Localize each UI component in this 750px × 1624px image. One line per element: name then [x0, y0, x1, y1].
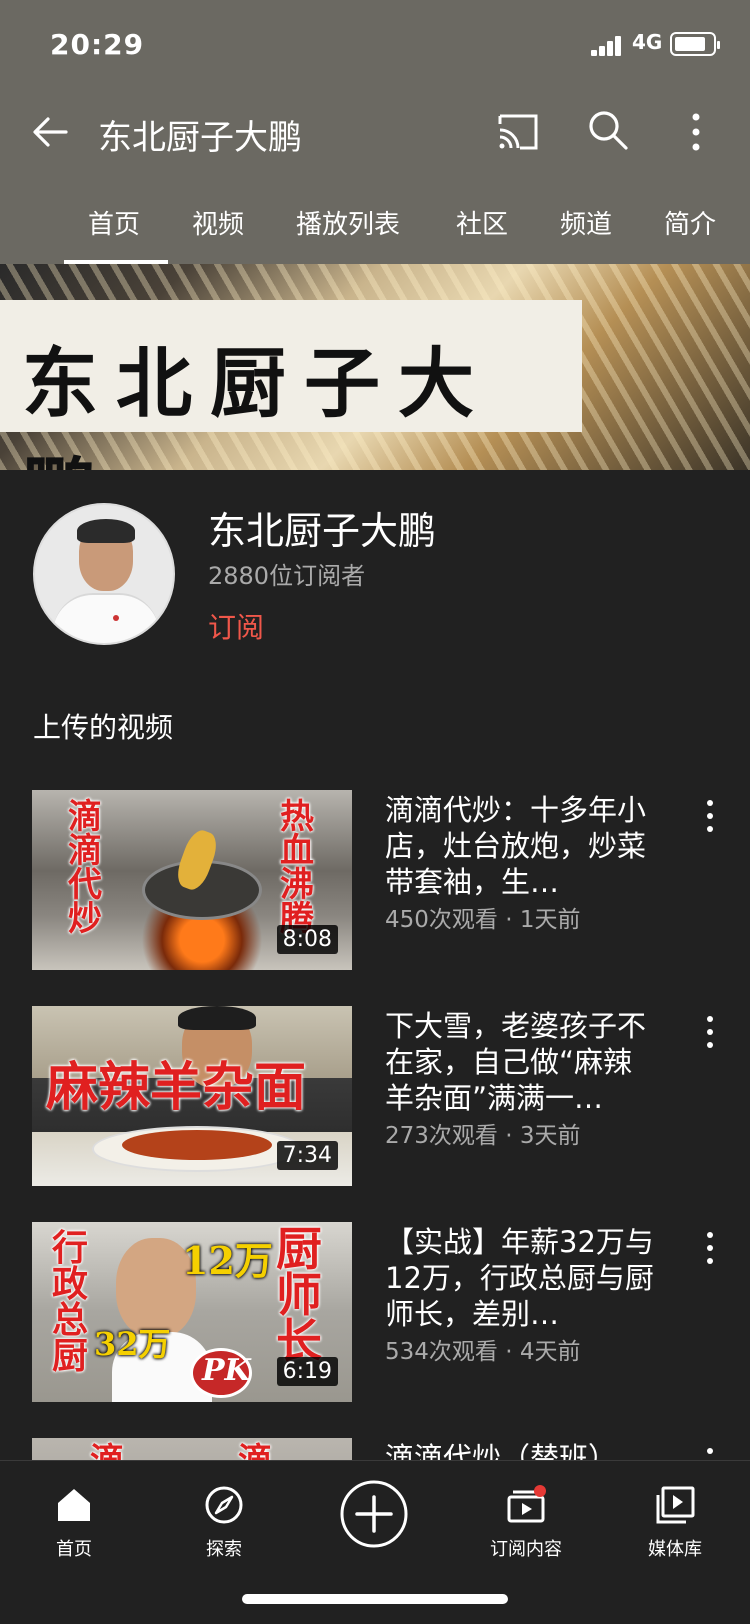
video-item[interactable]: 麻辣羊杂面 7:34 下大雪，老婆孩子不在家，自己做“麻辣羊杂面”满满一… 27…: [0, 1006, 750, 1188]
uploads-section-title: 上传的视频: [33, 711, 174, 744]
create-icon: [340, 1480, 408, 1548]
nav-label: 订阅内容: [490, 1539, 562, 1560]
tab-home[interactable]: 首页: [88, 204, 140, 241]
nav-library[interactable]: 媒体库: [615, 1475, 735, 1565]
video-more-icon[interactable]: [700, 1230, 720, 1266]
video-meta: 450次观看 · 1天前: [385, 907, 581, 933]
thumb-text-left: 滴滴代炒: [68, 797, 102, 939]
back-arrow-icon[interactable]: [28, 110, 72, 154]
video-meta: 534次观看 · 4天前: [385, 1339, 581, 1365]
page-title: 东北厨子大鹏: [98, 118, 302, 158]
video-title[interactable]: 【实战】年薪32万与12万，行政总厨与厨师长，差别…: [385, 1224, 655, 1332]
library-icon: [656, 1486, 695, 1524]
subscriber-count: 2880位订阅者: [208, 562, 366, 590]
nav-label: 首页: [56, 1539, 92, 1560]
thumb-text: 麻辣羊杂面: [46, 1057, 307, 1118]
subscribe-button[interactable]: 订阅: [208, 606, 264, 646]
nav-label: 探索: [206, 1539, 242, 1560]
top-bar: 20:29 4G 东北厨子大鹏 首页 视频 播放列表 社区 频道 简介: [0, 0, 750, 264]
banner-title: 东北厨子大鹏: [22, 339, 492, 470]
video-meta: 273次观看 · 3天前: [385, 1123, 581, 1149]
nav-subscriptions[interactable]: 订阅内容: [466, 1475, 586, 1565]
thumb-12: 12万: [182, 1238, 273, 1283]
video-thumbnail[interactable]: PK 行政总厨 厨师长 12万 32万 6:19: [32, 1222, 352, 1402]
more-vert-icon[interactable]: [676, 110, 716, 154]
video-more-icon[interactable]: [700, 1014, 720, 1050]
status-time: 20:29: [50, 28, 145, 61]
thumb-text-right: 厨师长: [276, 1222, 322, 1368]
notification-dot: [534, 1485, 546, 1497]
nav-explore[interactable]: 探索: [164, 1475, 284, 1565]
channel-header: 东北厨子大鹏: [0, 96, 750, 168]
tab-community[interactable]: 社区: [456, 204, 508, 241]
nav-home[interactable]: 首页: [14, 1475, 134, 1565]
thumb-text-right: 热血沸腾: [280, 797, 314, 939]
channel-name: 东北厨子大鹏: [208, 509, 437, 553]
search-icon[interactable]: [586, 108, 630, 152]
nav-create[interactable]: [315, 1475, 435, 1565]
video-duration: 8:08: [276, 925, 338, 954]
explore-icon: [205, 1486, 243, 1524]
thumb-pk: PK: [202, 1353, 251, 1388]
channel-tabs: 首页 视频 播放列表 社区 频道 简介: [0, 190, 750, 264]
video-item[interactable]: 滴滴代炒 热血沸腾 8:08 滴滴代炒：十多年小店，灶台放炮，炒菜带套袖，生… …: [0, 790, 750, 972]
subscriptions-icon: [507, 1485, 546, 1523]
tab-about[interactable]: 简介: [664, 204, 716, 241]
video-duration: 7:34: [276, 1141, 338, 1170]
tab-videos[interactable]: 视频: [192, 204, 244, 241]
thumb-text-left: 行政总厨: [52, 1227, 89, 1377]
status-bar: 20:29 4G: [0, 28, 750, 64]
video-title[interactable]: 滴滴代炒：十多年小店，灶台放炮，炒菜带套袖，生…: [385, 792, 655, 900]
video-thumbnail[interactable]: 滴滴代炒 热血沸腾 8:08: [32, 790, 352, 970]
cast-icon[interactable]: [496, 112, 540, 152]
home-icon: [58, 1489, 90, 1521]
tab-playlists[interactable]: 播放列表: [296, 204, 400, 241]
video-title[interactable]: 下大雪，老婆孩子不在家，自己做“麻辣羊杂面”满满一…: [385, 1008, 655, 1116]
thumb-32: 32万: [94, 1325, 171, 1363]
video-more-icon[interactable]: [700, 798, 720, 834]
video-thumbnail[interactable]: 麻辣羊杂面 7:34: [32, 1006, 352, 1186]
video-duration: 6:19: [276, 1357, 338, 1386]
channel-banner: 东北厨子大鹏: [0, 264, 750, 470]
nav-label: 媒体库: [648, 1539, 702, 1560]
video-item[interactable]: PK 行政总厨 厨师长 12万 32万 6:19 【实战】年薪32万与12万，行…: [0, 1222, 750, 1404]
tab-channels[interactable]: 频道: [560, 204, 612, 241]
home-indicator[interactable]: [242, 1594, 508, 1604]
banner-plaque: 东北厨子大鹏: [0, 300, 582, 470]
channel-avatar[interactable]: [33, 503, 175, 645]
battery-icon: [670, 32, 720, 56]
network-type: 4G: [632, 30, 663, 54]
signal-icon: [591, 36, 623, 56]
